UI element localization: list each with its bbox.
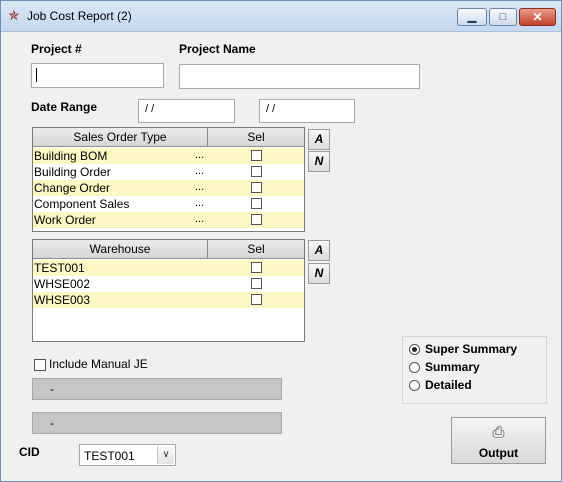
row-name: Building Order xyxy=(34,165,111,179)
select-all-warehouse-button[interactable]: A xyxy=(308,240,330,261)
row-checkbox[interactable] xyxy=(251,262,262,273)
date-range-label: Date Range xyxy=(31,100,98,114)
maximize-button[interactable]: □ xyxy=(489,8,517,26)
ellipsis-button[interactable]: ... xyxy=(195,180,204,194)
sales-order-type-column-header[interactable]: Sales Order Type xyxy=(33,128,208,146)
detailed-label[interactable]: Detailed xyxy=(425,378,472,392)
row-name: WHSE002 xyxy=(34,277,91,291)
date-from-input[interactable]: / / xyxy=(138,99,235,123)
maximize-icon: □ xyxy=(499,11,507,23)
row-checkbox[interactable] xyxy=(251,150,262,161)
window-title: Job Cost Report (2) xyxy=(27,9,132,23)
sel-column-header[interactable]: Sel xyxy=(208,128,304,146)
job-cost-report-window: ✯ Job Cost Report (2) ▁ □ ✕ Project # Pr… xyxy=(0,0,562,482)
row-checkbox[interactable] xyxy=(251,182,262,193)
text-cursor xyxy=(36,68,37,82)
warehouse-column-header[interactable]: Warehouse xyxy=(33,240,208,258)
row-checkbox[interactable] xyxy=(251,198,262,209)
row-checkbox[interactable] xyxy=(251,294,262,305)
output-label: Output xyxy=(478,446,519,460)
select-none-sales-order-button[interactable]: N xyxy=(308,151,330,172)
ellipsis-button[interactable]: ... xyxy=(195,164,204,178)
table-row[interactable]: WHSE002 xyxy=(33,276,304,292)
date-to-input[interactable]: / / xyxy=(259,99,355,123)
row-checkbox[interactable] xyxy=(251,214,262,225)
table-row[interactable]: Work Order ... xyxy=(33,212,304,228)
cid-value: TEST001 xyxy=(84,449,135,463)
row-name: Component Sales xyxy=(34,197,130,211)
row-name: Change Order xyxy=(34,181,111,195)
summary-radio[interactable] xyxy=(409,362,420,373)
row-name: WHSE003 xyxy=(34,293,91,307)
super-summary-label[interactable]: Super Summary xyxy=(425,342,517,356)
ellipsis-button[interactable]: ... xyxy=(195,212,204,226)
project-name-input[interactable] xyxy=(179,64,420,89)
row-checkbox[interactable] xyxy=(251,278,262,289)
row-checkbox[interactable] xyxy=(251,166,262,177)
ellipsis-button[interactable]: ... xyxy=(195,196,204,210)
summary-label[interactable]: Summary xyxy=(425,360,480,374)
select-none-warehouse-button[interactable]: N xyxy=(308,263,330,284)
project-name-label: Project Name xyxy=(179,42,256,56)
include-manual-je-checkbox[interactable] xyxy=(34,359,46,371)
grid-header: Warehouse Sel xyxy=(33,240,304,259)
cid-label: CID xyxy=(19,445,40,459)
table-row[interactable]: Building BOM ... xyxy=(33,148,304,164)
table-row[interactable]: Building Order ... xyxy=(33,164,304,180)
selection-bar-2[interactable]: - xyxy=(32,412,282,434)
output-button[interactable]: ⎙ Output xyxy=(451,417,546,464)
grid-header: Sales Order Type Sel xyxy=(33,128,304,147)
ellipsis-button[interactable]: ... xyxy=(195,148,204,162)
include-manual-je-label[interactable]: Include Manual JE xyxy=(49,357,148,371)
project-number-label: Project # xyxy=(31,42,82,56)
table-row[interactable]: TEST001 xyxy=(33,260,304,276)
cid-select[interactable]: TEST001 ∨ xyxy=(79,444,176,466)
table-row[interactable]: Component Sales ... xyxy=(33,196,304,212)
minimize-button[interactable]: ▁ xyxy=(457,8,487,26)
table-row[interactable]: WHSE003 xyxy=(33,292,304,308)
sales-order-type-grid: Sales Order Type Sel Building BOM ... Bu… xyxy=(32,127,305,232)
chevron-down-icon[interactable]: ∨ xyxy=(157,446,174,464)
warehouse-grid: Warehouse Sel TEST001 WHSE002 WHSE003 xyxy=(32,239,305,342)
super-summary-radio[interactable] xyxy=(409,344,420,355)
app-star-icon: ✯ xyxy=(8,7,20,23)
close-icon: ✕ xyxy=(532,10,543,24)
detailed-radio[interactable] xyxy=(409,380,420,391)
table-row[interactable]: Change Order ... xyxy=(33,180,304,196)
close-button[interactable]: ✕ xyxy=(519,8,556,26)
selection-bar-1[interactable]: - xyxy=(32,378,282,400)
row-name: Work Order xyxy=(34,213,96,227)
sel-column-header[interactable]: Sel xyxy=(208,240,304,258)
title-bar: ✯ Job Cost Report (2) ▁ □ ✕ xyxy=(1,1,561,32)
project-number-input[interactable] xyxy=(31,63,164,88)
printer-icon: ⎙ xyxy=(492,424,505,441)
summary-radio-group: Super Summary Summary Detailed xyxy=(402,336,547,404)
select-all-sales-order-button[interactable]: A xyxy=(308,129,330,150)
row-name: TEST001 xyxy=(34,261,85,275)
row-name: Building BOM xyxy=(34,149,108,163)
minimize-icon: ▁ xyxy=(467,11,477,23)
